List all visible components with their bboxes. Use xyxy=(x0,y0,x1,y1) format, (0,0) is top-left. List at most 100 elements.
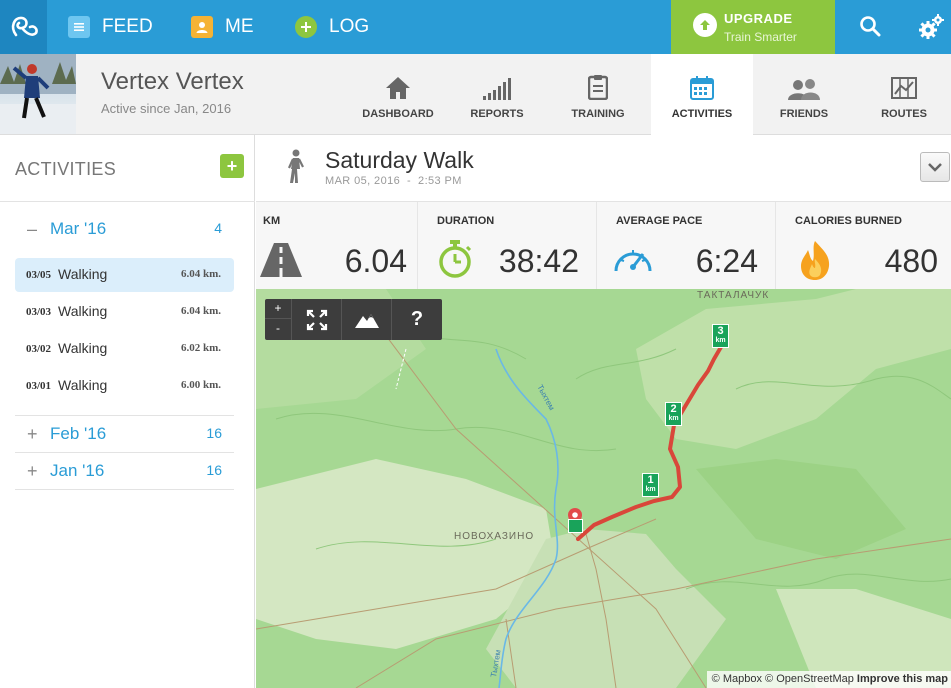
top-navigation-bar: FEED ME LOG UPGRADE Train Smarter xyxy=(0,0,951,54)
stat-duration: DURATION 38:42 xyxy=(418,202,597,290)
zoom-in-button[interactable]: + xyxy=(265,299,291,319)
route-line xyxy=(576,345,723,541)
arrow-up-icon xyxy=(693,13,717,37)
bar-chart-icon xyxy=(446,54,548,104)
nav-log-label: LOG xyxy=(329,16,370,37)
km-marker-number: 3 xyxy=(717,325,724,337)
month-name: Feb '16 xyxy=(50,424,107,443)
mapbox-link[interactable]: © Mapbox xyxy=(712,673,762,685)
month-group-mar-16[interactable]: – Mar '16 4 xyxy=(15,211,234,247)
tab-reports[interactable]: REPORTS xyxy=(446,54,548,134)
activity-distance: 6.00 km. xyxy=(180,379,221,391)
tab-training[interactable]: TRAINING xyxy=(547,54,649,134)
activity-options-button[interactable] xyxy=(920,152,950,182)
stat-value: 6.04 xyxy=(344,243,407,279)
route-map[interactable]: ТАКТАЛАЧУК НОВОХАЗИНО Тыхтем Тыхтем 1 km… xyxy=(256,289,951,688)
activity-distance: 6.04 km. xyxy=(180,305,221,317)
activity-date-time: MAR 05, 2016 - 2:53 PM xyxy=(325,175,462,187)
flame-icon xyxy=(798,239,832,286)
km-marker[interactable]: 3 km xyxy=(712,324,729,348)
home-icon xyxy=(347,54,449,104)
start-marker xyxy=(568,519,583,533)
map-icon xyxy=(853,54,951,104)
activity-header: Saturday Walk MAR 05, 2016 - 2:53 PM xyxy=(256,135,951,201)
tab-friends[interactable]: FRIENDS xyxy=(753,54,855,134)
zoom-out-button[interactable]: - xyxy=(265,319,291,339)
activity-title: Saturday Walk xyxy=(325,147,474,173)
tab-activities-label: ACTIVITIES xyxy=(671,108,733,120)
activity-item[interactable]: 03/01 Walking 6.00 km. xyxy=(15,369,234,403)
search-icon[interactable] xyxy=(859,15,881,42)
km-marker-number: 2 xyxy=(670,403,677,415)
activity-name: Walking xyxy=(58,303,108,319)
tab-activities[interactable]: ACTIVITIES xyxy=(651,54,753,135)
terrain-button[interactable] xyxy=(342,299,392,340)
fullscreen-button[interactable] xyxy=(292,299,342,340)
active-since: Active since Jan, 2016 xyxy=(101,101,232,116)
clipboard-icon xyxy=(547,54,649,104)
month-count: 4 xyxy=(214,220,222,236)
stat-calories: CALORIES BURNED 480 xyxy=(776,202,951,290)
month-group-feb-16[interactable]: + Feb '16 16 xyxy=(15,416,234,452)
month-name: Jan '16 xyxy=(50,461,105,480)
activity-date: 03/02 xyxy=(26,343,52,355)
month-count: 16 xyxy=(206,425,222,441)
tab-routes[interactable]: ROUTES xyxy=(853,54,951,134)
map-controls: + - ? xyxy=(265,299,442,340)
stat-value: 480 xyxy=(884,243,938,279)
tab-routes-label: ROUTES xyxy=(881,108,927,120)
nav-feed[interactable]: FEED xyxy=(68,0,153,54)
add-activity-button[interactable]: + xyxy=(220,154,244,178)
date-separator: - xyxy=(407,175,412,187)
help-button[interactable]: ? xyxy=(392,299,442,340)
activity-date-text: MAR 05, 2016 xyxy=(325,175,401,187)
expand-icon: + xyxy=(27,424,38,444)
expand-icon: + xyxy=(27,461,38,481)
stopwatch-icon xyxy=(437,239,473,284)
activity-item[interactable]: 03/05 Walking 6.04 km. xyxy=(15,258,234,292)
month-name: Mar '16 xyxy=(50,219,107,238)
month-count: 16 xyxy=(206,462,222,478)
activity-date: 03/03 xyxy=(26,306,52,318)
activity-distance: 6.04 km. xyxy=(180,268,221,280)
friends-icon xyxy=(753,54,855,104)
profile-name: Vertex Vertex xyxy=(101,68,244,95)
km-marker-number: 1 xyxy=(647,474,654,486)
upgrade-subtitle: Train Smarter xyxy=(724,30,797,44)
avatar[interactable] xyxy=(0,54,76,134)
logo-icon[interactable] xyxy=(0,0,47,54)
stat-average-pace: AVERAGE PACE 6:24 xyxy=(597,202,776,290)
gear-icon[interactable] xyxy=(917,13,945,46)
km-marker-unit: km xyxy=(715,337,726,344)
stat-km: KM 6.04 xyxy=(256,202,418,290)
upgrade-button[interactable]: UPGRADE Train Smarter xyxy=(671,0,835,54)
person-icon xyxy=(191,16,213,38)
nav-me[interactable]: ME xyxy=(191,0,254,54)
map-attribution: © Mapbox © OpenStreetMap Improve this ma… xyxy=(706,671,951,688)
activity-item[interactable]: 03/02 Walking 6.02 km. xyxy=(15,332,234,366)
stat-label: AVERAGE PACE xyxy=(616,215,703,227)
tab-dashboard[interactable]: DASHBOARD xyxy=(347,54,449,134)
km-marker[interactable]: 1 km xyxy=(642,473,659,497)
nav-log[interactable]: LOG xyxy=(295,0,369,54)
walking-icon xyxy=(286,149,306,190)
stat-label: KM xyxy=(263,215,281,227)
tab-training-label: TRAINING xyxy=(571,108,625,120)
divider xyxy=(15,489,234,490)
nav-feed-label: FEED xyxy=(102,16,153,37)
map-place-label: НОВОХАЗИНО xyxy=(454,531,535,542)
feed-icon xyxy=(68,16,90,38)
month-group-jan-16[interactable]: + Jan '16 16 xyxy=(15,453,234,489)
stat-label: DURATION xyxy=(437,215,495,227)
tab-friends-label: FRIENDS xyxy=(779,108,829,120)
calendar-icon xyxy=(651,54,753,104)
osm-link[interactable]: © OpenStreetMap xyxy=(765,673,854,685)
stat-value: 38:42 xyxy=(498,243,579,279)
map-place-label: ТАКТАЛАЧУК xyxy=(697,290,770,301)
improve-map-link[interactable]: Improve this map xyxy=(857,673,948,685)
km-marker-unit: km xyxy=(668,415,679,422)
km-marker[interactable]: 2 km xyxy=(665,402,682,426)
activity-name: Walking xyxy=(58,340,108,356)
tab-dashboard-label: DASHBOARD xyxy=(362,108,434,120)
activity-item[interactable]: 03/03 Walking 6.04 km. xyxy=(15,295,234,329)
